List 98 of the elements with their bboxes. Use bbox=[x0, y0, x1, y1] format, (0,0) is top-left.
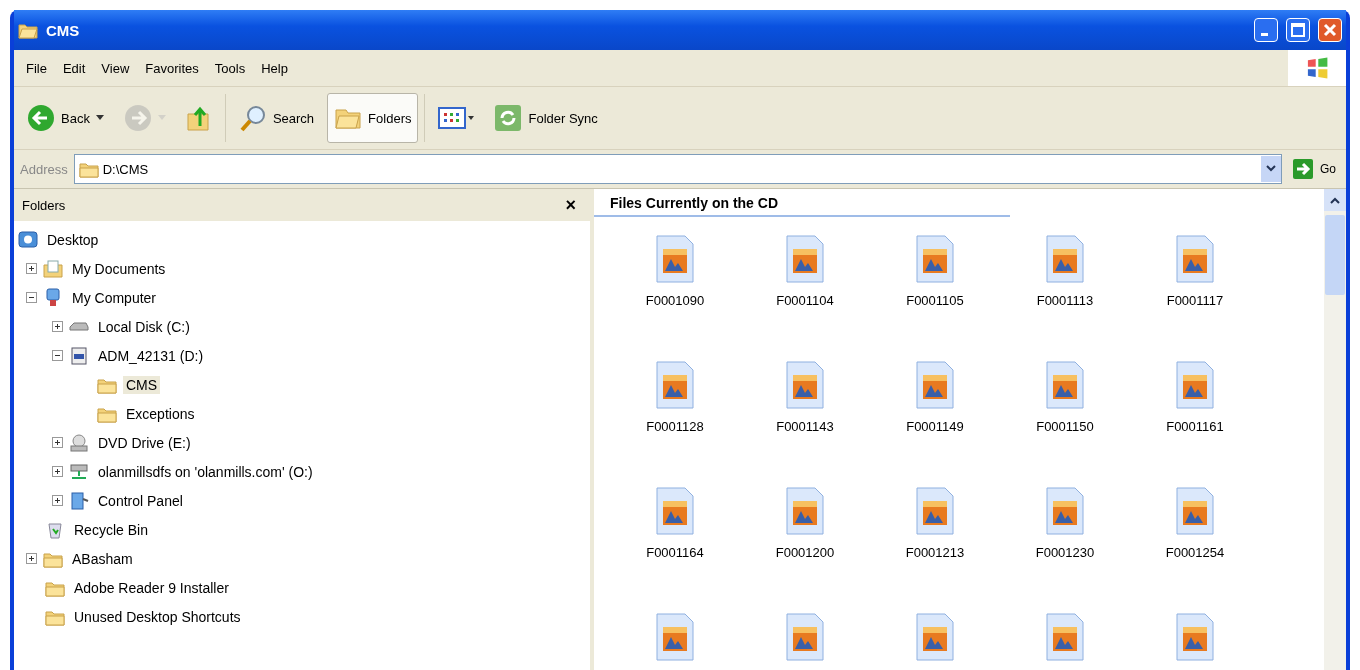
desktop-icon bbox=[18, 229, 38, 250]
sync-button[interactable]: Folder Sync bbox=[487, 97, 605, 139]
file-name[interactable]: F0001143 bbox=[776, 419, 834, 434]
back-button[interactable]: Back bbox=[20, 97, 111, 139]
up-folder-icon bbox=[185, 104, 212, 132]
dvd-drive-icon bbox=[69, 432, 89, 453]
image-file-icon[interactable] bbox=[915, 361, 955, 409]
window-title: CMS bbox=[46, 21, 81, 39]
image-file-icon[interactable] bbox=[915, 235, 955, 283]
tree-item[interactable]: ADM_42131 (D:) bbox=[95, 346, 207, 365]
image-file-icon[interactable] bbox=[1045, 361, 1085, 409]
chevron-down-icon bbox=[1266, 165, 1276, 173]
close-pane-button[interactable]: × bbox=[561, 194, 580, 216]
tree-item[interactable]: DVD Drive (E:) bbox=[95, 433, 194, 452]
image-file-icon[interactable] bbox=[1045, 613, 1085, 661]
file-name[interactable]: F0001117 bbox=[1166, 293, 1224, 308]
group-heading: Files Currently on the CD bbox=[594, 195, 1010, 217]
caret-icon bbox=[157, 115, 166, 121]
menu-item[interactable]: Tools bbox=[206, 56, 254, 80]
menu-item[interactable]: Help bbox=[253, 56, 296, 80]
folders-button[interactable]: Folders bbox=[327, 93, 419, 143]
tree-item[interactable]: olanmillsdfs on 'olanmills.com' (O:) bbox=[95, 462, 316, 481]
image-file-icon[interactable] bbox=[655, 361, 695, 409]
minimize-button[interactable] bbox=[1254, 18, 1278, 42]
scroll-up-button[interactable] bbox=[1324, 189, 1346, 211]
image-file-icon[interactable] bbox=[1045, 487, 1085, 535]
image-file-icon[interactable] bbox=[1175, 487, 1215, 535]
file-name[interactable]: F0001150 bbox=[1036, 419, 1094, 434]
file-name[interactable]: F0001213 bbox=[905, 545, 965, 560]
chevron-up-icon bbox=[1330, 196, 1340, 204]
expand-icon[interactable] bbox=[52, 466, 63, 477]
image-file-icon[interactable] bbox=[655, 613, 695, 661]
image-file-icon[interactable] bbox=[785, 487, 825, 535]
computer-icon bbox=[43, 287, 63, 308]
tree-item[interactable]: Control Panel bbox=[95, 491, 186, 510]
pane-title: Folders bbox=[22, 197, 66, 213]
tree-item[interactable]: Recycle Bin bbox=[71, 520, 151, 539]
menu-item[interactable]: View bbox=[93, 56, 138, 80]
network-drive-icon bbox=[69, 461, 89, 482]
image-file-icon[interactable] bbox=[915, 487, 955, 535]
close-icon bbox=[1323, 23, 1337, 37]
views-grid-icon bbox=[438, 105, 475, 131]
image-file-icon[interactable] bbox=[1175, 613, 1215, 661]
menu-item[interactable]: File bbox=[18, 56, 55, 80]
image-file-icon[interactable] bbox=[1045, 235, 1085, 283]
file-name[interactable]: F0001230 bbox=[1035, 545, 1095, 560]
tree-item[interactable]: My Documents bbox=[69, 259, 169, 278]
tree-item[interactable]: Adobe Reader 9 Installer bbox=[71, 578, 232, 597]
tree-item[interactable]: Local Disk (C:) bbox=[95, 317, 193, 336]
go-button[interactable]: Go bbox=[1288, 158, 1340, 180]
image-file-icon[interactable] bbox=[1175, 361, 1215, 409]
image-file-icon[interactable] bbox=[785, 235, 825, 283]
image-file-icon[interactable] bbox=[655, 235, 695, 283]
caret-icon bbox=[95, 115, 104, 121]
scrollbar-thumb[interactable] bbox=[1325, 215, 1345, 295]
file-name[interactable]: F0001105 bbox=[906, 293, 964, 308]
file-name[interactable]: F0001164 bbox=[646, 545, 704, 560]
expand-icon[interactable] bbox=[26, 263, 37, 274]
file-name[interactable]: F0001254 bbox=[1165, 545, 1225, 560]
collapse-icon[interactable] bbox=[26, 292, 37, 303]
dropdown-button[interactable] bbox=[1261, 156, 1281, 182]
control-panel-icon bbox=[69, 490, 89, 511]
drive-icon bbox=[69, 345, 89, 366]
expand-icon[interactable] bbox=[26, 553, 37, 564]
collapse-icon[interactable] bbox=[52, 350, 63, 361]
address-field[interactable]: D:\CMS bbox=[73, 154, 1282, 184]
expand-icon[interactable] bbox=[52, 437, 63, 448]
file-name[interactable]: F0001113 bbox=[1036, 293, 1094, 308]
expand-icon[interactable] bbox=[52, 495, 63, 506]
file-name[interactable]: F0001128 bbox=[646, 419, 704, 434]
expand-icon[interactable] bbox=[52, 321, 63, 332]
minimize-icon bbox=[1260, 32, 1268, 36]
maximize-button[interactable] bbox=[1286, 18, 1310, 42]
tree-item[interactable]: Desktop bbox=[44, 230, 102, 249]
menu-item[interactable]: Favorites bbox=[137, 56, 207, 80]
search-icon bbox=[238, 104, 267, 132]
maximize-icon bbox=[1291, 23, 1305, 37]
file-name[interactable]: F0001090 bbox=[645, 293, 705, 308]
image-file-icon[interactable] bbox=[1175, 235, 1215, 283]
documents-folder-icon bbox=[43, 258, 63, 279]
sync-icon bbox=[494, 104, 523, 132]
tree-item[interactable]: ABasham bbox=[69, 549, 136, 568]
file-name[interactable]: F0001161 bbox=[1166, 419, 1224, 434]
image-file-icon[interactable] bbox=[785, 361, 825, 409]
tree-item[interactable]: Unused Desktop Shortcuts bbox=[71, 607, 244, 626]
file-name[interactable]: F0001104 bbox=[776, 293, 834, 308]
tree-item[interactable]: CMS bbox=[123, 375, 161, 394]
file-name[interactable]: F0001149 bbox=[906, 419, 964, 434]
address-label: Address bbox=[20, 161, 68, 177]
image-file-icon[interactable] bbox=[785, 613, 825, 661]
menu-item[interactable]: Edit bbox=[54, 56, 94, 80]
search-button[interactable]: Search bbox=[231, 97, 322, 139]
image-file-icon[interactable] bbox=[655, 487, 695, 535]
close-button[interactable] bbox=[1318, 18, 1342, 42]
tree-item[interactable]: Exceptions bbox=[123, 404, 198, 423]
image-file-icon[interactable] bbox=[915, 613, 955, 661]
tree-item[interactable]: My Computer bbox=[69, 288, 160, 307]
file-name[interactable]: F0001200 bbox=[775, 545, 835, 560]
